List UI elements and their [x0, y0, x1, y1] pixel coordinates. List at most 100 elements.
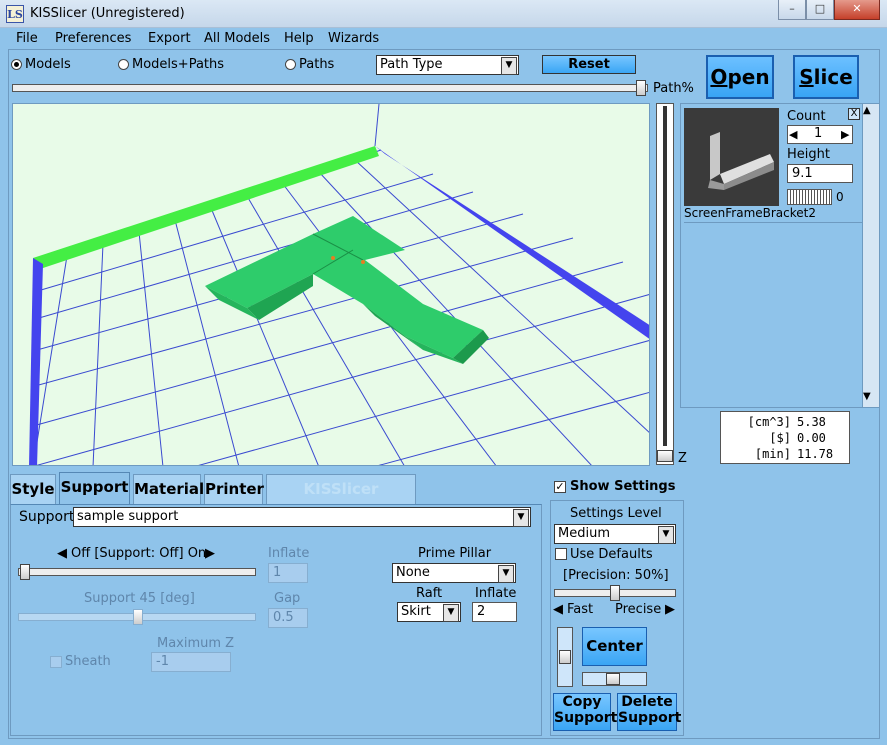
- maximum-z-input[interactable]: -1: [151, 652, 231, 672]
- model-thumbnail-image: [708, 132, 774, 190]
- menu-export[interactable]: Export: [148, 31, 191, 46]
- nudge-horizontal-thumb[interactable]: [606, 673, 620, 685]
- radio-models-label: Models: [25, 57, 71, 72]
- stat-cost-value: 0.00: [797, 431, 826, 445]
- radio-models[interactable]: [11, 59, 22, 70]
- menu-wizards[interactable]: Wizards: [328, 31, 379, 46]
- back-wall-line: [374, 104, 380, 147]
- tab-style[interactable]: Style: [10, 474, 56, 504]
- copy-support-button[interactable]: Copy Support: [553, 693, 618, 731]
- scroll-down-icon[interactable]: ▼: [863, 391, 871, 402]
- menu-help[interactable]: Help: [284, 31, 314, 46]
- precise-label: Precise: [615, 602, 662, 617]
- rotation-dial[interactable]: [787, 189, 832, 205]
- delete-support-button[interactable]: Delete Support: [617, 693, 681, 731]
- radio-models-paths[interactable]: [118, 59, 129, 70]
- support-45-thumb[interactable]: [133, 609, 143, 625]
- tab-material[interactable]: Material: [133, 474, 204, 504]
- path-type-select[interactable]: Path Type ▼: [376, 55, 519, 75]
- fast-label: Fast: [567, 602, 594, 617]
- radio-paths-label: Paths: [299, 57, 335, 72]
- tab-kisslicer-internals[interactable]: KISSlicer Internals: [266, 474, 416, 526]
- center-button[interactable]: Center: [582, 627, 647, 666]
- support-inflate-label: Inflate: [268, 546, 310, 561]
- gap-input[interactable]: 0.5: [268, 608, 308, 628]
- support-profile-select[interactable]: sample support ▼: [73, 507, 531, 527]
- chevron-down-icon: ▼: [658, 526, 674, 544]
- model-screenframebracket2[interactable]: [205, 216, 489, 364]
- gap-label: Gap: [274, 591, 301, 606]
- maximum-z-label: Maximum Z: [157, 636, 235, 651]
- show-settings-checkbox[interactable]: ✓: [554, 481, 566, 493]
- remove-model-close-icon[interactable]: X: [848, 108, 860, 120]
- scroll-up-icon[interactable]: ▲: [863, 105, 871, 116]
- support-inflate-input[interactable]: 1: [268, 563, 308, 583]
- bed-grid: [32, 149, 649, 465]
- z-slider-track: [663, 106, 667, 446]
- z-slider-thumb[interactable]: [657, 450, 673, 462]
- tab-support[interactable]: Support: [59, 472, 130, 504]
- prime-pillar-label: Prime Pillar: [418, 546, 492, 561]
- raft-inflate-input[interactable]: 2: [472, 602, 517, 622]
- support-toggle-thumb[interactable]: [20, 564, 30, 580]
- height-label: Height: [787, 147, 830, 162]
- support-toggle-label: Off [Support: Off] On: [71, 546, 207, 561]
- support-profile-label: Support: [19, 509, 75, 525]
- sheath-checkbox[interactable]: [50, 656, 62, 668]
- delete-support-line1: Delete: [621, 694, 673, 710]
- 3d-viewport[interactable]: [12, 103, 650, 466]
- radio-paths[interactable]: [285, 59, 296, 70]
- count-decrement-icon[interactable]: ◀: [789, 128, 797, 141]
- fast-arrow-icon: ◀: [553, 602, 563, 617]
- menu-preferences[interactable]: Preferences: [55, 31, 131, 46]
- count-label: Count: [787, 109, 826, 124]
- precision-label: [Precision: 50%]: [563, 568, 669, 583]
- print-stats: [cm^3] 5.38 [$] 0.00 [min] 11.78: [720, 411, 850, 464]
- reset-button[interactable]: Reset: [542, 55, 636, 74]
- raft-inflate-label: Inflate: [475, 586, 517, 601]
- count-value: 1: [814, 126, 823, 141]
- height-input[interactable]: 9.1: [787, 164, 853, 183]
- rotation-value: 0: [836, 190, 844, 204]
- raft-select[interactable]: Skirt ▼: [397, 602, 461, 622]
- show-settings-label: Show Settings: [570, 479, 676, 494]
- path-percent-slider-thumb[interactable]: [636, 80, 646, 96]
- path-type-value: Path Type: [380, 57, 443, 72]
- slice-button[interactable]: Slice: [793, 55, 859, 99]
- model-name: ScreenFrameBracket2: [684, 206, 817, 220]
- menu-bar: [8, 29, 878, 49]
- stat-time-value: 11.78: [797, 447, 834, 461]
- use-defaults-checkbox[interactable]: [555, 548, 567, 560]
- count-increment-icon[interactable]: ▶: [841, 128, 849, 141]
- copy-support-line2: Support: [554, 710, 618, 726]
- settings-level-label: Settings Level: [570, 506, 662, 521]
- bed-render: [29, 104, 649, 465]
- radio-models-paths-label: Models+Paths: [132, 57, 225, 72]
- stat-cost-unit: [$]: [769, 431, 791, 445]
- settings-level-select[interactable]: Medium ▼: [554, 524, 676, 544]
- raft-label: Raft: [416, 586, 443, 601]
- nudge-vertical-thumb[interactable]: [559, 650, 571, 664]
- chevron-down-icon: ▼: [513, 509, 529, 527]
- support-toggle-left-icon: ◀: [57, 546, 67, 561]
- stat-volume-value: 5.38: [797, 415, 826, 429]
- model-thumbnail[interactable]: [684, 108, 779, 206]
- support-toggle-slider[interactable]: [18, 568, 256, 576]
- settings-level-value: Medium: [558, 526, 610, 541]
- prime-pillar-select[interactable]: None ▼: [392, 563, 516, 583]
- tab-printer[interactable]: Printer: [204, 474, 264, 504]
- app-logo-icon: LS: [6, 5, 24, 23]
- open-button[interactable]: Open: [706, 55, 774, 99]
- chevron-down-icon: ▼: [443, 604, 459, 622]
- maximize-button[interactable]: □: [806, 0, 834, 20]
- precision-slider-thumb[interactable]: [610, 585, 620, 601]
- menu-all-models[interactable]: All Models: [204, 31, 270, 46]
- close-window-button[interactable]: ✕: [834, 0, 880, 20]
- minimize-button[interactable]: –: [778, 0, 806, 20]
- menu-file[interactable]: File: [16, 31, 38, 46]
- model-list-scrollbar[interactable]: [862, 104, 879, 407]
- model-list-divider: [684, 222, 862, 223]
- bed-edge-left: [29, 258, 43, 465]
- path-percent-slider[interactable]: [12, 84, 648, 92]
- raft-value: Skirt: [401, 604, 431, 619]
